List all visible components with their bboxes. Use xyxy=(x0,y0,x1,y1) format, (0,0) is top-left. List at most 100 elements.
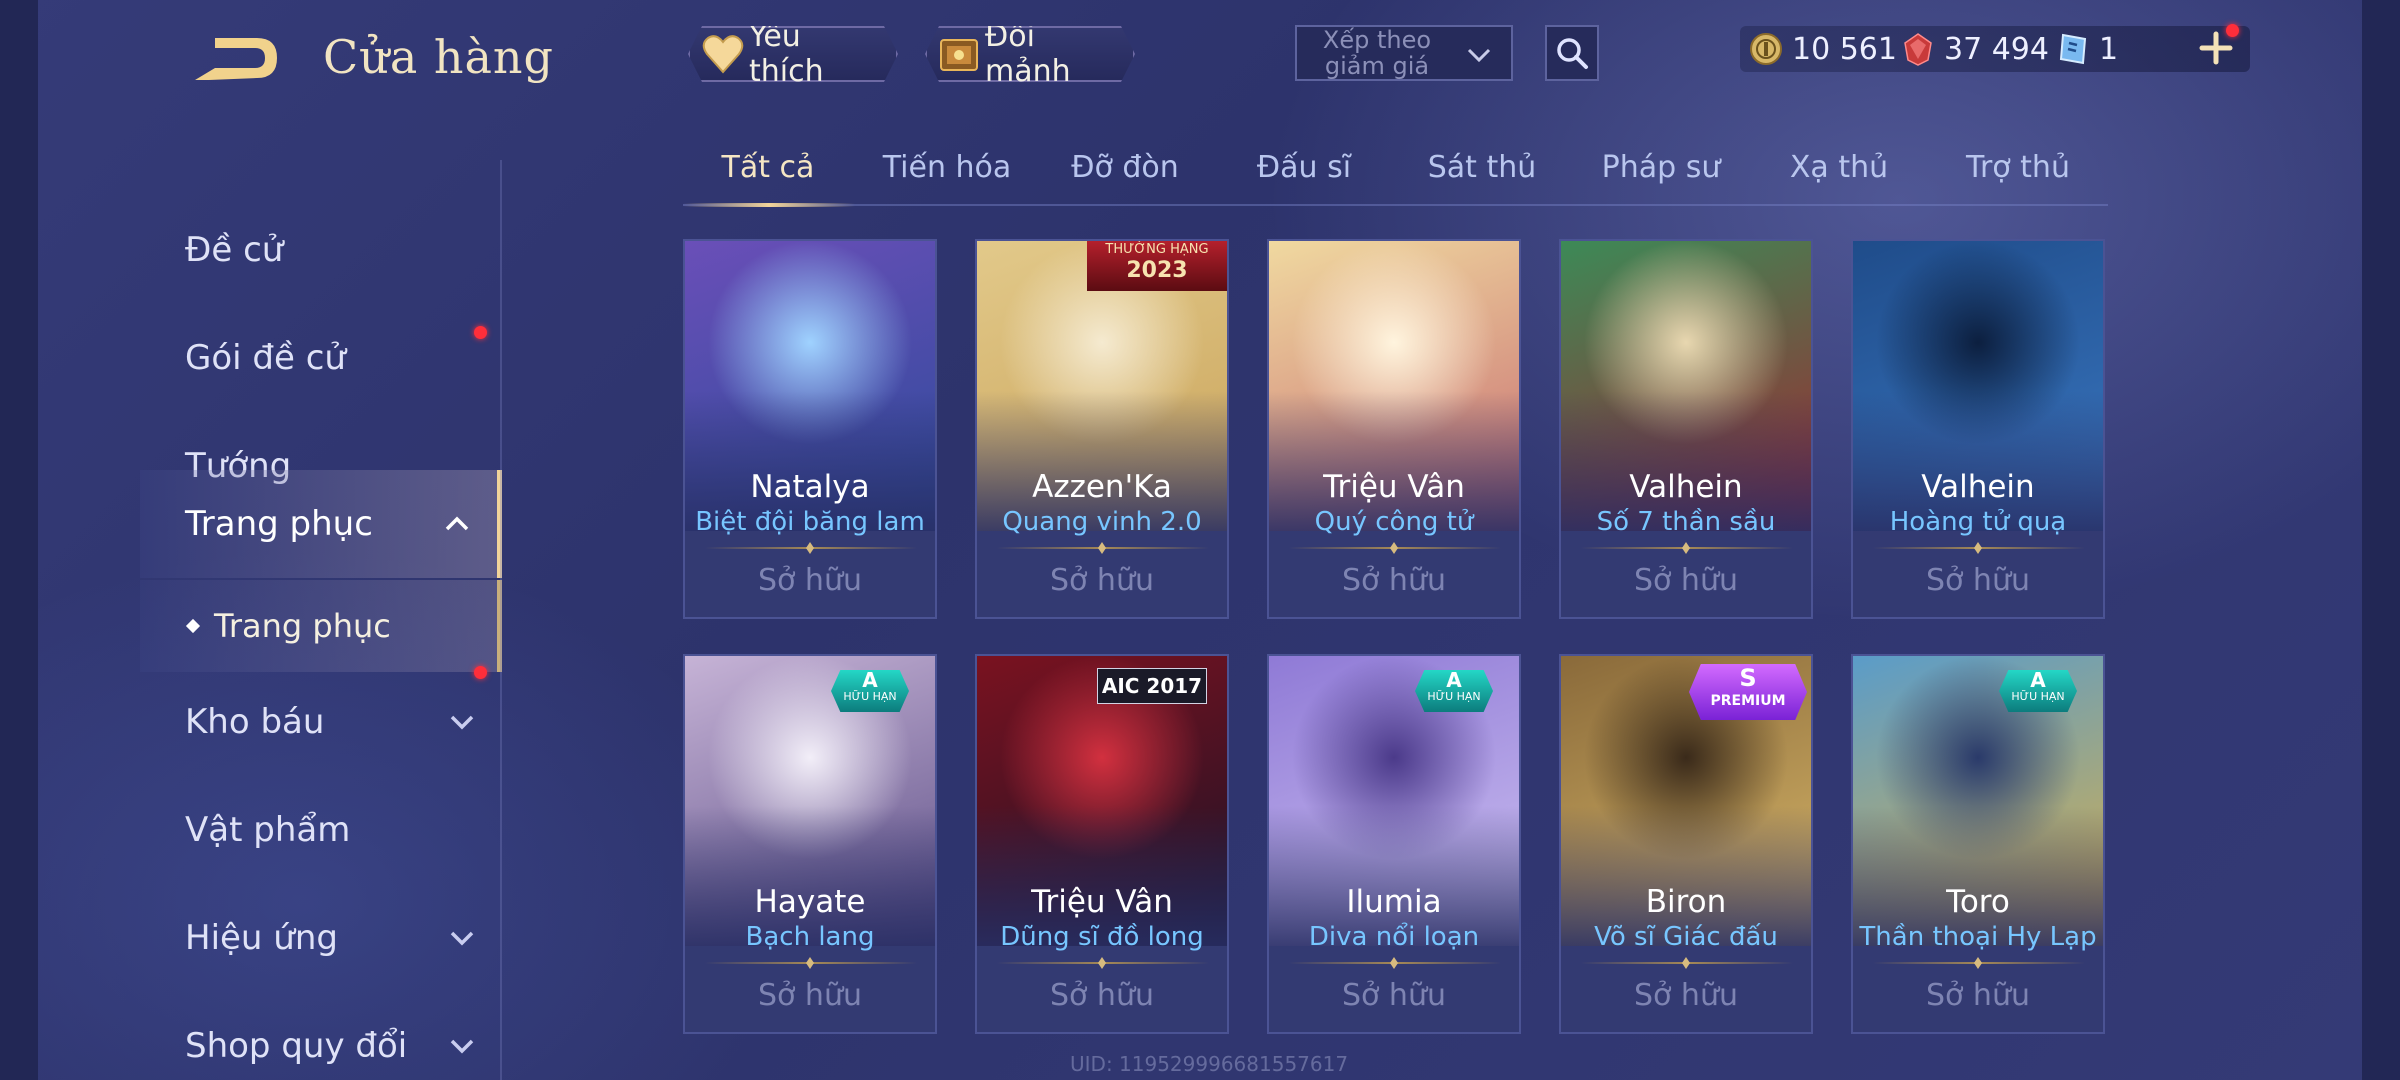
divider xyxy=(705,547,917,549)
owned-status: Sở hữu xyxy=(1926,563,2030,598)
voucher-balance: 1 xyxy=(2055,28,2118,70)
gold-balance: 10 561 xyxy=(1748,28,1897,70)
divider xyxy=(1873,962,2085,964)
sidebar-item-label: Shop quy đổi xyxy=(185,1026,408,1066)
tab-fighter[interactable]: Đấu sĩ xyxy=(1219,150,1389,185)
owned-status: Sở hữu xyxy=(1926,978,2030,1013)
sidebar-item-recommended[interactable]: Đề cử xyxy=(140,196,502,304)
owned-status: Sở hữu xyxy=(758,563,862,598)
skin-card[interactable]: AIC 2017 Triệu Vân Dũng sĩ đồ long Sở hữ… xyxy=(975,654,1229,1034)
tier-badge: A HỮU HẠN xyxy=(1999,670,2077,712)
owned-status: Sở hữu xyxy=(1050,978,1154,1013)
skin-card[interactable]: A HỮU HẠN Toro Thần thoại Hy Lạp Sở hữu xyxy=(1851,654,2105,1034)
sidebar-item-label: Trang phục xyxy=(185,504,373,544)
tab-tank[interactable]: Đỡ đòn xyxy=(1040,150,1210,185)
skin-name: Hoàng tử quạ xyxy=(1889,507,2067,537)
favorites-button[interactable]: Yêu thích xyxy=(688,26,898,82)
hero-name: Valhein xyxy=(1921,469,2035,505)
tier-badge: A HỮU HẠN xyxy=(1415,670,1493,712)
sidebar: Đề cử Gói đề cử Tướng Trang phục Trang p… xyxy=(140,160,502,1080)
skin-card[interactable]: Valhein Số 7 thần sầu Sở hữu xyxy=(1559,239,1813,619)
chevron-down-icon xyxy=(450,715,474,730)
bullet-diamond-icon xyxy=(185,618,201,634)
left-frame xyxy=(0,0,38,1080)
voucher-icon xyxy=(2059,33,2087,65)
owned-status: Sở hữu xyxy=(1050,563,1154,598)
sort-label: Xếp theo giảm giá xyxy=(1322,26,1432,80)
tab-support[interactable]: Trợ thủ xyxy=(1933,150,2103,185)
divider xyxy=(1873,547,2085,549)
chevron-down-icon xyxy=(1467,48,1491,63)
back-arrow-icon xyxy=(195,38,277,80)
user-id: UID: 119529996681557617 xyxy=(1070,1052,1349,1076)
skin-card[interactable]: Valhein Hoàng tử quạ Sở hữu xyxy=(1851,239,2105,619)
hero-name: Ilumia xyxy=(1346,884,1442,920)
skin-card[interactable]: S PREMIUM Biron Võ sĩ Giác đấu Sở hữu xyxy=(1559,654,1813,1034)
back-button[interactable] xyxy=(185,30,280,90)
search-button[interactable] xyxy=(1545,25,1599,81)
right-frame xyxy=(2362,0,2400,1080)
skin-name: Thần thoại Hy Lạp xyxy=(1859,922,2097,952)
skin-card[interactable]: A HỮU HẠN Hayate Bạch lang Sở hữu xyxy=(683,654,937,1034)
sidebar-item-treasure[interactable]: Kho báu xyxy=(140,666,502,776)
gold-coin-icon xyxy=(1750,33,1782,65)
divider xyxy=(705,962,917,964)
sidebar-subitem-label: Trang phục xyxy=(214,607,391,645)
tab-label: Pháp sư xyxy=(1601,150,1721,185)
skin-card[interactable]: Triệu Vân Quý công tử Sở hữu xyxy=(1267,239,1521,619)
tab-assassin[interactable]: Sát thủ xyxy=(1397,150,1567,185)
divider xyxy=(1289,962,1501,964)
ruby-amount: 37 494 xyxy=(1944,31,2049,67)
tab-label: Tiến hóa xyxy=(882,150,1012,185)
gold-amount: 10 561 xyxy=(1792,31,1897,67)
skin-name: Dũng sĩ đồ long xyxy=(1000,922,1204,952)
sidebar-item-skins[interactable]: Trang phục xyxy=(140,470,502,578)
tab-evolution[interactable]: Tiến hóa xyxy=(862,150,1032,185)
shard-exchange-button[interactable]: Đổi mảnh xyxy=(925,26,1135,82)
sort-dropdown[interactable]: Xếp theo giảm giá xyxy=(1295,25,1513,81)
skin-card[interactable]: Natalya Biệt đội băng lam Sở hữu xyxy=(683,239,937,619)
skin-name: Diva nổi loạn xyxy=(1308,922,1480,952)
sidebar-item-label: Hiệu ứng xyxy=(185,918,338,958)
event-badge: AIC 2017 xyxy=(1097,668,1207,704)
skin-name: Số 7 thần sầu xyxy=(1596,507,1776,537)
divider xyxy=(997,962,1209,964)
tab-label: Đỡ đòn xyxy=(1071,150,1179,185)
notification-dot xyxy=(474,326,487,339)
sidebar-subitem-skins[interactable]: Trang phục xyxy=(140,580,502,672)
sidebar-item-items[interactable]: Vật phẩm xyxy=(140,776,502,884)
sidebar-item-exchange-shop[interactable]: Shop quy đổi xyxy=(140,992,502,1080)
sidebar-item-effects[interactable]: Hiệu ứng xyxy=(140,884,502,992)
ruby-icon xyxy=(1904,33,1932,66)
tab-mage[interactable]: Pháp sư xyxy=(1576,150,1746,185)
skin-name: Bạch lang xyxy=(745,922,875,952)
owned-status: Sở hữu xyxy=(758,978,862,1013)
sidebar-item-label: Vật phẩm xyxy=(185,810,351,850)
tab-label: Xạ thủ xyxy=(1789,150,1889,185)
shard-chest-icon xyxy=(937,31,981,77)
sidebar-item-label: Đề cử xyxy=(185,230,284,270)
tier-badge: S PREMIUM xyxy=(1689,664,1807,720)
hero-name: Hayate xyxy=(754,884,866,920)
tab-marksman[interactable]: Xạ thủ xyxy=(1754,150,1924,185)
hero-name: Biron xyxy=(1645,884,1727,920)
sidebar-item-bundles[interactable]: Gói đề cử xyxy=(140,304,502,412)
tab-label: Tất cả xyxy=(721,150,815,185)
tier-badge: A HỮU HẠN xyxy=(831,670,909,712)
page-title: Cửa hàng xyxy=(323,30,554,84)
skin-name: Biệt đội băng lam xyxy=(695,507,925,537)
hero-name: Toro xyxy=(1946,884,2010,920)
chevron-up-icon xyxy=(445,516,469,531)
hero-name: Natalya xyxy=(750,469,870,505)
divider xyxy=(997,547,1209,549)
sidebar-item-label: Kho báu xyxy=(185,702,325,742)
search-icon xyxy=(1557,38,1588,69)
owned-status: Sở hữu xyxy=(1634,563,1738,598)
skin-card[interactable]: A HỮU HẠN Ilumia Diva nổi loạn Sở hữu xyxy=(1267,654,1521,1034)
skin-name: Võ sĩ Giác đấu xyxy=(1594,922,1778,952)
tab-all[interactable]: Tất cả xyxy=(683,150,853,185)
chevron-down-icon xyxy=(450,1039,474,1054)
notification-dot xyxy=(2226,24,2239,37)
hero-name: Triệu Vân xyxy=(1323,469,1465,505)
skin-card[interactable]: THƯỜNG HẠNG 2023 Azzen'Ka Quang vinh 2.0… xyxy=(975,239,1229,619)
